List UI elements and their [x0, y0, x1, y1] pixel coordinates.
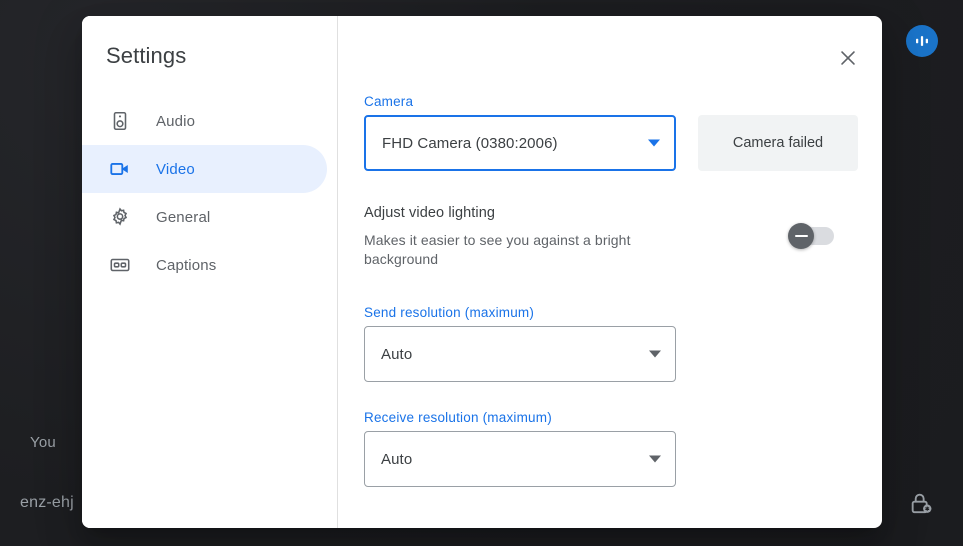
self-video-label: You [30, 434, 56, 451]
lock-icon [908, 490, 936, 518]
chevron-down-icon [649, 455, 661, 463]
send-resolution-select[interactable]: Auto [364, 326, 676, 382]
camera-select[interactable]: FHD Camera (0380:2006) [364, 115, 676, 171]
sidebar-item-general[interactable]: General [82, 193, 327, 241]
lighting-title: Adjust video lighting [364, 205, 496, 221]
sidebar-nav: Audio Video General Captions [82, 97, 337, 289]
receive-resolution-select[interactable]: Auto [364, 431, 676, 487]
close-button[interactable] [828, 38, 868, 78]
lighting-toggle[interactable] [788, 223, 834, 249]
chevron-down-icon [649, 350, 661, 358]
sidebar-item-captions[interactable]: Captions [82, 241, 327, 289]
sidebar-item-label: Video [156, 160, 195, 178]
lighting-description: Makes it easier to see you against a bri… [364, 232, 631, 267]
camera-select-value: FHD Camera (0380:2006) [382, 134, 558, 152]
lighting-text-group: Adjust video lighting Makes it easier to… [364, 205, 764, 269]
adjust-video-lighting-row: Adjust video lighting Makes it easier to… [364, 205, 834, 269]
camera-row: FHD Camera (0380:2006) Camera failed [364, 115, 882, 171]
sidebar-item-label: Audio [156, 112, 196, 130]
send-resolution-section: Send resolution (maximum) Auto [364, 305, 882, 382]
sidebar-item-audio[interactable]: Audio [82, 97, 327, 145]
video-settings-section: Camera FHD Camera (0380:2006) Camera fai… [338, 16, 882, 487]
settings-dialog: Settings Audio Video General Captions Ca… [82, 16, 882, 528]
settings-content-panel: Camera FHD Camera (0380:2006) Camera fai… [338, 16, 882, 528]
gear-icon [108, 205, 132, 229]
cc-icon [108, 253, 132, 277]
sidebar-item-label: General [156, 208, 211, 226]
speaker-icon [108, 109, 132, 133]
videocam-icon [108, 157, 132, 181]
send-resolution-value: Auto [381, 345, 413, 363]
page-title: Settings [106, 43, 187, 68]
receive-resolution-section: Receive resolution (maximum) Auto [364, 410, 882, 487]
minus-icon [794, 235, 808, 237]
camera-status-badge: Camera failed [698, 115, 858, 171]
camera-label: Camera [364, 94, 414, 109]
settings-sidebar: Settings Audio Video General Captions [82, 16, 338, 528]
receive-resolution-label: Receive resolution (maximum) [364, 410, 552, 425]
sidebar-item-label: Captions [156, 256, 217, 274]
send-resolution-label: Send resolution (maximum) [364, 305, 535, 320]
meeting-code-label: enz-ehj [20, 494, 74, 511]
chevron-down-icon [648, 139, 660, 147]
toggle-knob [788, 223, 814, 249]
close-icon [841, 51, 855, 65]
sidebar-item-video[interactable]: Video [82, 145, 327, 193]
audio-levels-icon [906, 25, 938, 57]
receive-resolution-value: Auto [381, 450, 413, 468]
